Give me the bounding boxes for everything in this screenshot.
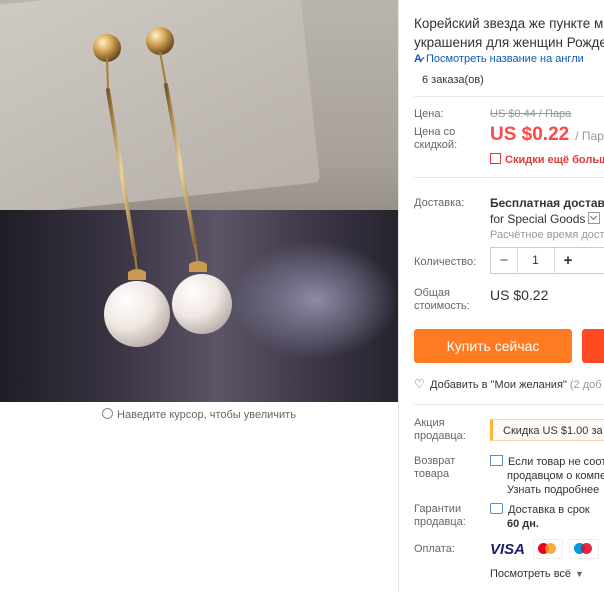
discount-price-label-line1: Цена со <box>414 126 456 138</box>
left-bar <box>106 88 137 257</box>
discount-price-value: US $0.22 <box>490 124 570 145</box>
shipping-method-note: for Special Goods <box>490 212 586 226</box>
total-price: US $0.22 <box>490 287 549 303</box>
price-label: Цена: <box>414 108 444 120</box>
discount-price: US $0.22 / Пар <box>490 124 604 146</box>
divider <box>414 177 604 178</box>
chevron-down-icon[interactable] <box>588 212 601 224</box>
return-box-icon <box>490 455 503 466</box>
add-to-wishlist-link[interactable]: ♡ Добавить в "Мои желания" (2 доб <box>414 377 602 391</box>
left-stud <box>93 34 121 62</box>
add-to-cart-button[interactable] <box>582 329 604 363</box>
product-image[interactable] <box>0 0 398 402</box>
return-label: Возврат товара <box>414 455 455 481</box>
total-label-line2: стоимость: <box>414 300 470 312</box>
product-title-line2: украшения для женщин Рожде <box>414 35 604 50</box>
guarantee-label: Гарантии продавца: <box>414 503 466 529</box>
right-bar <box>164 83 197 247</box>
original-price: US $0.44 / Пара <box>490 108 572 120</box>
more-discounts-text: Скидки ещё больш <box>505 154 604 166</box>
seller-guarantee: Доставка в срок 60 дн. <box>490 503 590 531</box>
seller-promo-label: Акция продавца: <box>414 417 466 443</box>
quantity-increase-button[interactable]: + <box>554 248 581 273</box>
return-policy: Если товар не соот продавцом о компе Узн… <box>490 455 604 497</box>
right-pearl <box>172 274 232 334</box>
return-learn-more-link[interactable]: Узнать подробнее <box>490 483 604 497</box>
translate-link-text: Посмотреть название на англи <box>425 53 584 65</box>
guarantee-days: 60 дн. <box>507 518 539 530</box>
translate-title-link[interactable]: A̷ Посмотреть название на англи <box>414 53 584 65</box>
total-label-line1: Общая <box>414 287 450 299</box>
guarantee-label-line1: Гарантии <box>414 503 462 515</box>
quantity-label: Количество: <box>414 256 477 268</box>
orders-count: 6 заказа(ов) <box>422 74 484 86</box>
payment-label: Оплата: <box>414 543 455 555</box>
quantity-stepper: − 1 + <box>490 247 604 274</box>
wishlist-text: Добавить в "Мои желания" <box>430 379 567 391</box>
zoom-hint: Наведите курсор, чтобы увеличить <box>0 402 398 421</box>
payment-methods: VISA <box>490 539 600 559</box>
discount-price-label-line2: скидкой: <box>414 139 458 151</box>
total-label: Общая стоимость: <box>414 287 470 313</box>
return-label-line2: товара <box>414 468 450 480</box>
product-gallery: Наведите курсор, чтобы увеличить <box>0 0 398 592</box>
shipping-method: Бесплатная доставка <box>490 196 604 210</box>
wishlist-count: (2 доб <box>569 379 602 391</box>
see-all-text: Посмотреть всё <box>490 568 572 580</box>
return-label-line1: Возврат <box>414 455 456 467</box>
left-pearl <box>104 281 170 347</box>
divider <box>414 404 604 405</box>
see-all-payments-link[interactable]: Посмотреть всё ▼ <box>490 568 584 580</box>
seller-promo-label-line1: Акция <box>414 417 445 429</box>
mastercard-logo-icon <box>533 539 564 559</box>
guarantee-label-line2: продавца: <box>414 516 466 528</box>
heart-plus-icon: ♡ <box>414 377 425 391</box>
product-info: Корейский звезда же пункте м украшения д… <box>414 0 604 592</box>
translate-icon: A̷ <box>414 53 422 65</box>
return-policy-line1: Если товар не соот <box>508 456 604 468</box>
zoom-hint-text: Наведите курсор, чтобы увеличить <box>117 409 296 421</box>
earrings-drawing <box>93 27 232 347</box>
seller-coupon[interactable]: Скидка US $1.00 за к <box>490 419 604 441</box>
shipping-value[interactable]: Бесплатная доставка for Special Goods <box>490 195 604 227</box>
qr-code-icon <box>490 153 501 164</box>
delivery-truck-icon <box>490 503 503 514</box>
discount-price-label: Цена со скидкой: <box>414 126 457 152</box>
buy-now-button[interactable]: Купить сейчас <box>414 329 572 363</box>
guarantee-line1: Доставка в срок <box>508 504 590 516</box>
magnifier-icon <box>102 408 114 419</box>
product-title-line1: Корейский звезда же пункте м <box>414 16 604 31</box>
visa-logo-icon: VISA <box>490 540 526 558</box>
right-stud <box>146 27 174 55</box>
quantity-input[interactable]: 1 <box>517 248 554 273</box>
more-discounts-link[interactable]: Скидки ещё больш <box>490 153 604 166</box>
maestro-logo-icon <box>569 539 600 559</box>
product-title: Корейский звезда же пункте м украшения д… <box>414 14 604 52</box>
shipping-label: Доставка: <box>414 197 465 209</box>
column-divider <box>398 0 399 592</box>
price-unit: / Пар <box>575 129 604 143</box>
divider <box>414 96 604 97</box>
estimated-delivery: Расчётное время доста <box>490 229 604 241</box>
quantity-decrease-button[interactable]: − <box>491 248 518 273</box>
return-policy-line2: продавцом о компе <box>507 470 604 482</box>
chevron-down-icon: ▼ <box>575 569 584 579</box>
seller-promo-label-line2: продавца: <box>414 430 466 442</box>
